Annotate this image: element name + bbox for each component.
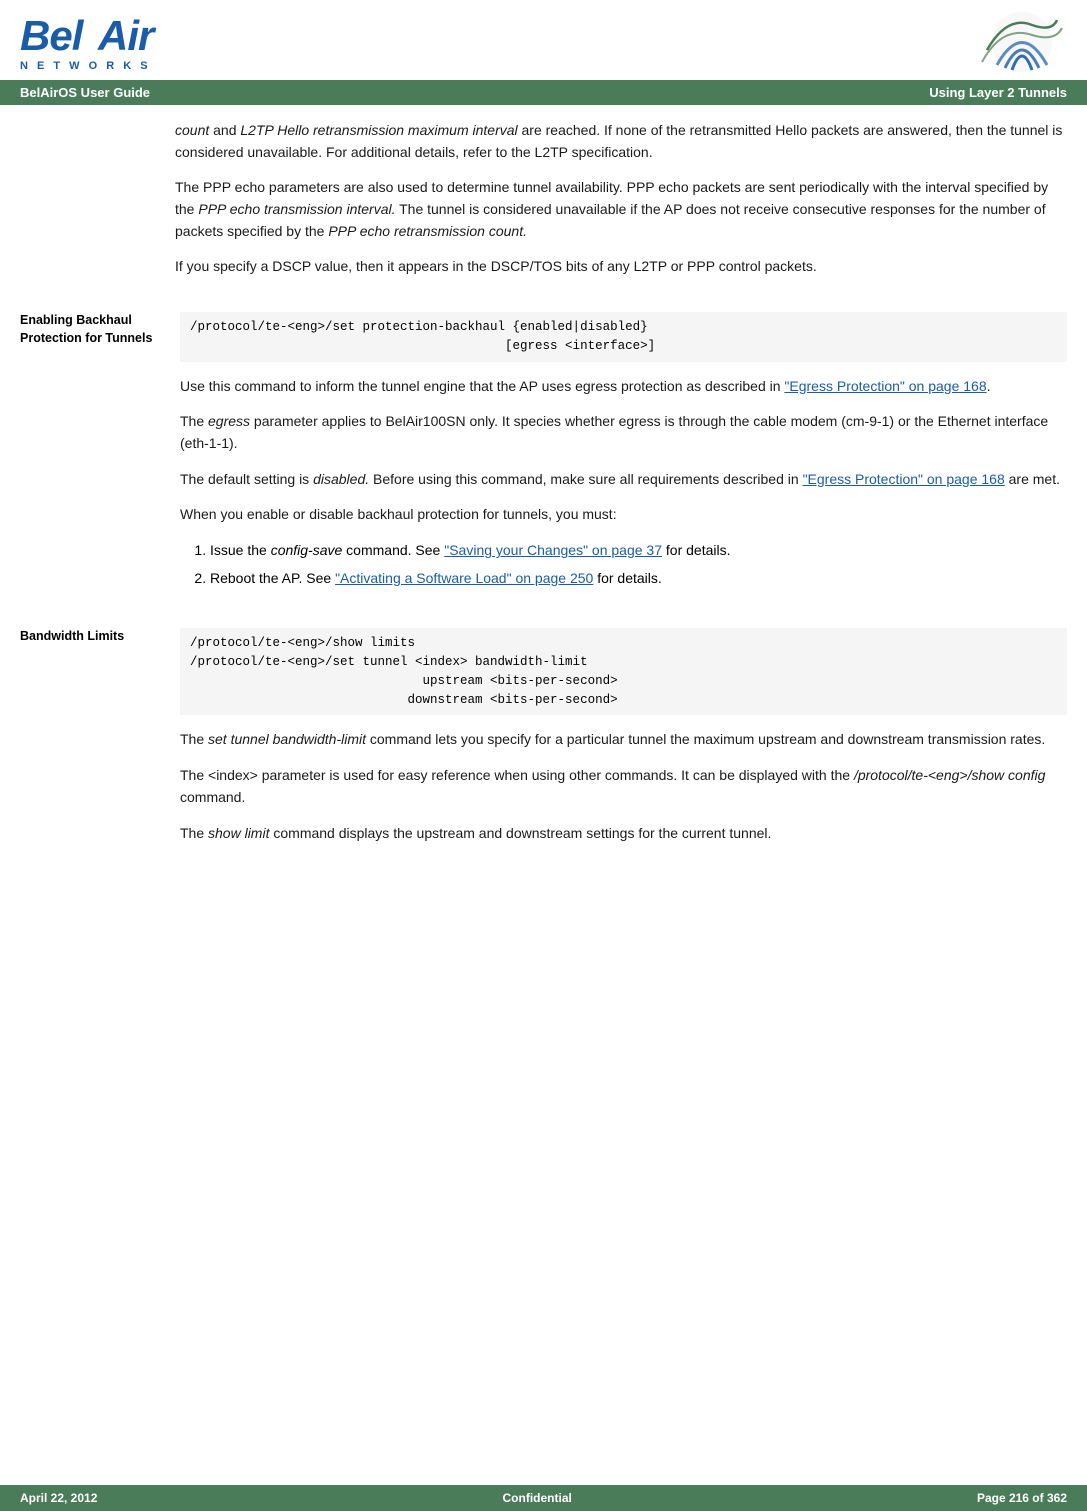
logo-graphic [977,10,1067,75]
backhaul-para1: Use this command to inform the tunnel en… [180,376,1067,398]
logo-area: Bel Air N E T W O R K S [20,10,180,72]
section-backhaul-content: /protocol/te-<eng>/set protection-backha… [175,312,1067,603]
logo-belair: Bel Air [20,10,180,58]
bandwidth-para2: The <index> parameter is used for easy r… [180,765,1067,808]
egress-link-1[interactable]: "Egress Protection" on page 168 [784,378,986,394]
bandwidth-para3: The show limit command displays the upst… [180,823,1067,845]
intro-para1: count and L2TP Hello retransmission maxi… [175,120,1067,163]
doc-footer: April 22, 2012 Confidential Page 216 of … [0,1485,1087,1511]
intro-para3: If you specify a DSCP value, then it app… [175,256,1067,278]
activating-load-link[interactable]: "Activating a Software Load" on page 250 [335,570,593,586]
logo-networks: N E T W O R K S [20,60,180,72]
backhaul-para4: When you enable or disable backhaul prot… [180,504,1067,526]
title-right: Using Layer 2 Tunnels [929,85,1067,100]
intro-para2: The PPP echo parameters are also used to… [175,177,1067,242]
section-label-bandwidth: Bandwidth Limits [20,628,175,858]
list-item-1: Issue the config-save command. See "Savi… [210,540,1067,562]
egress-link-2[interactable]: "Egress Protection" on page 168 [803,471,1005,487]
intro-area: count and L2TP Hello retransmission maxi… [0,105,1087,278]
footer-date: April 22, 2012 [20,1491,97,1505]
section-enabling-backhaul: Enabling Backhaul Protection for Tunnels… [0,292,1087,623]
section-bandwidth-content: /protocol/te-<eng>/show limits /protocol… [175,628,1067,858]
backhaul-code: /protocol/te-<eng>/set protection-backha… [180,312,1067,362]
intro-italic2: L2TP Hello retransmission maximum interv… [240,122,517,138]
footer-wrapper: Document Number BDTM00000-A02 Draft Apri… [0,1487,1087,1511]
footer-confidential: Confidential [503,1491,572,1505]
footer-page: Page 216 of 362 [977,1491,1067,1505]
title-left: BelAirOS User Guide [20,85,150,100]
svg-text:Air: Air [97,12,157,58]
intro-italic1: count [175,122,209,138]
bandwidth-code: /protocol/te-<eng>/show limits /protocol… [180,628,1067,715]
section-label-backhaul: Enabling Backhaul Protection for Tunnels [20,312,175,603]
doc-header: Bel Air N E T W O R K S [0,0,1087,80]
bandwidth-para1: The set tunnel bandwidth-limit command l… [180,729,1067,751]
list-item-2: Reboot the AP. See "Activating a Softwar… [210,568,1067,590]
title-bar: BelAirOS User Guide Using Layer 2 Tunnel… [0,80,1087,105]
backhaul-para3: The default setting is disabled. Before … [180,469,1067,491]
backhaul-para2: The egress parameter applies to BelAir10… [180,411,1067,454]
section-bandwidth-limits: Bandwidth Limits /protocol/te-<eng>/show… [0,623,1087,878]
svg-text:Bel: Bel [20,12,85,58]
saving-changes-link[interactable]: "Saving your Changes" on page 37 [444,542,662,558]
backhaul-list: Issue the config-save command. See "Savi… [200,540,1067,589]
